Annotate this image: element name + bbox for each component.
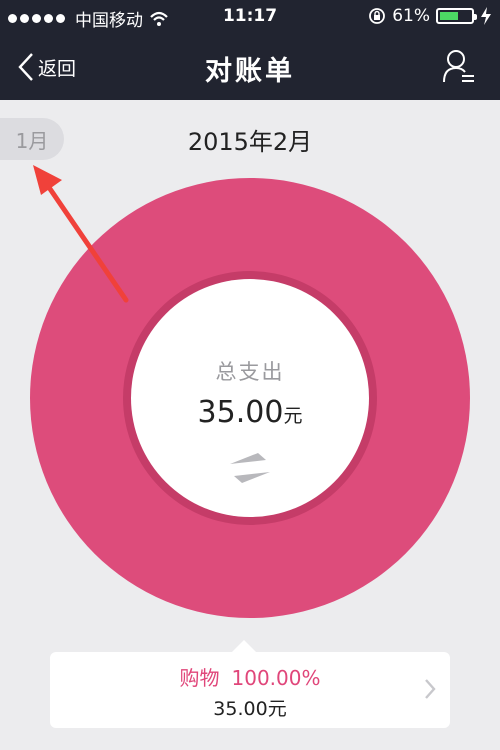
category-row: 购物 100.00% <box>50 662 450 691</box>
category-name: 购物 <box>179 666 220 690</box>
category-card[interactable]: 购物 100.00% 35.00元 <box>50 652 450 728</box>
category-amount: 35.00元 <box>213 698 287 720</box>
chevron-right-icon <box>425 679 436 699</box>
category-percent: 100.00% <box>231 666 321 690</box>
card-pointer <box>232 640 256 652</box>
annotation-arrow <box>33 165 129 303</box>
